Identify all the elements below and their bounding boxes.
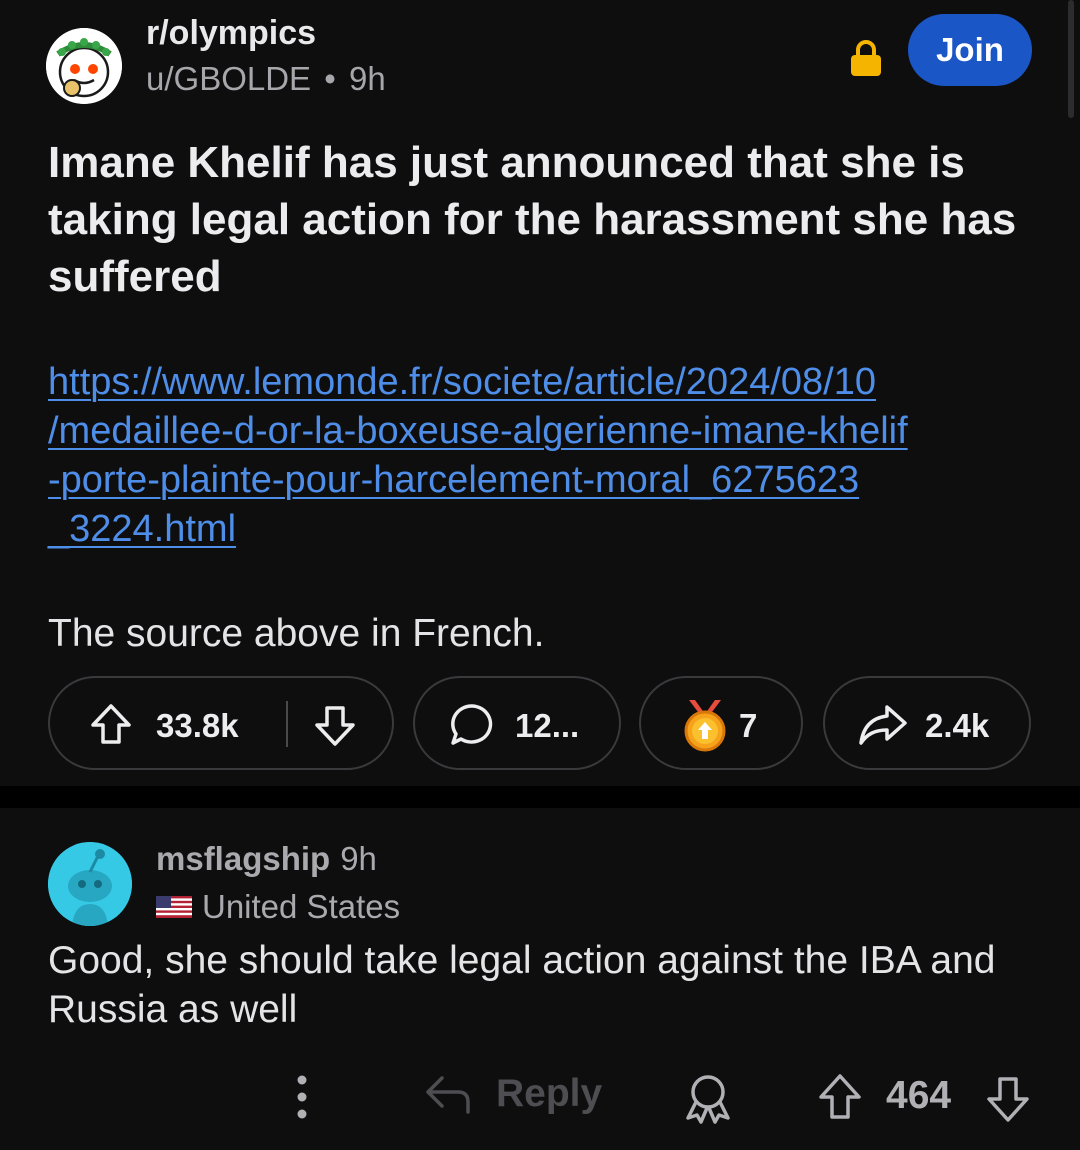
comments-button[interactable]: 12...	[413, 676, 621, 770]
more-options-icon[interactable]	[290, 1074, 314, 1120]
snoo-avatar-icon	[48, 842, 132, 926]
join-button[interactable]: Join	[908, 14, 1032, 86]
olympics-snoo-icon	[46, 28, 122, 104]
post-meta: u/GBOLDE • 9h	[146, 60, 386, 98]
user-flair: United States	[156, 888, 400, 926]
reply-label: Reply	[496, 1072, 603, 1115]
upvote-arrow-icon[interactable]	[88, 701, 134, 747]
post-link[interactable]: https://www.lemonde.fr/societe/article/2…	[48, 358, 1038, 554]
comment-downvote-icon[interactable]	[984, 1074, 1032, 1124]
link-line: -porte-plainte-pour-harcelement-moral_62…	[48, 459, 860, 501]
lock-icon	[851, 40, 881, 76]
post-action-bar: 33.8k 12... 7 2.4k	[48, 676, 1032, 772]
comment-age: 9h	[340, 840, 377, 877]
comment-body: Good, she should take legal action again…	[48, 939, 996, 1031]
share-arrow-icon	[859, 705, 907, 745]
us-flag-icon	[156, 896, 192, 918]
subreddit-name[interactable]: r/olympics	[146, 14, 316, 53]
subreddit-avatar[interactable]	[46, 28, 122, 104]
upvote-count: 33.8k	[156, 707, 239, 744]
reply-button[interactable]: Reply	[424, 1072, 602, 1116]
gold-medal-icon	[684, 700, 726, 752]
comment-action-bar: Reply 464	[0, 1062, 1080, 1132]
share-count: 2.4k	[925, 707, 990, 744]
comment-upvote-icon[interactable]	[816, 1072, 864, 1122]
speech-bubble-icon	[451, 704, 493, 745]
post-title[interactable]: Imane Khelif has just announced that she…	[48, 134, 1038, 305]
flair-text: United States	[202, 888, 401, 925]
vote-divider	[286, 701, 288, 747]
comment-avatar[interactable]	[48, 842, 132, 926]
post-author[interactable]: u/GBOLDE	[146, 60, 311, 97]
comment-score: 464	[886, 1074, 952, 1117]
reply-arrow-icon	[426, 1076, 470, 1114]
award-ribbon-icon[interactable]	[682, 1072, 734, 1124]
link-line: /medaillee-d-or-la-boxeuse-algerienne-im…	[48, 410, 908, 452]
awards-button[interactable]: 7	[639, 676, 803, 770]
section-divider	[0, 786, 1080, 808]
link-line: https://www.lemonde.fr/societe/article/2…	[48, 361, 877, 403]
post-age: 9h	[348, 60, 386, 97]
meta-separator: •	[324, 60, 336, 97]
vote-control: 33.8k	[48, 676, 394, 770]
award-count: 7	[739, 707, 758, 744]
scrollbar[interactable]	[1068, 0, 1074, 118]
downvote-arrow-icon[interactable]	[312, 703, 358, 749]
post-header: r/olympics u/GBOLDE • 9h Join	[46, 14, 1036, 104]
link-line: _3224.html	[48, 508, 237, 550]
comment-author[interactable]: msflagship	[156, 840, 330, 877]
post-body-text: The source above in French.	[48, 612, 545, 655]
comment-count: 12...	[515, 707, 580, 744]
comment-author-line: msflagship 9h	[156, 840, 377, 878]
share-button[interactable]: 2.4k	[823, 676, 1031, 770]
